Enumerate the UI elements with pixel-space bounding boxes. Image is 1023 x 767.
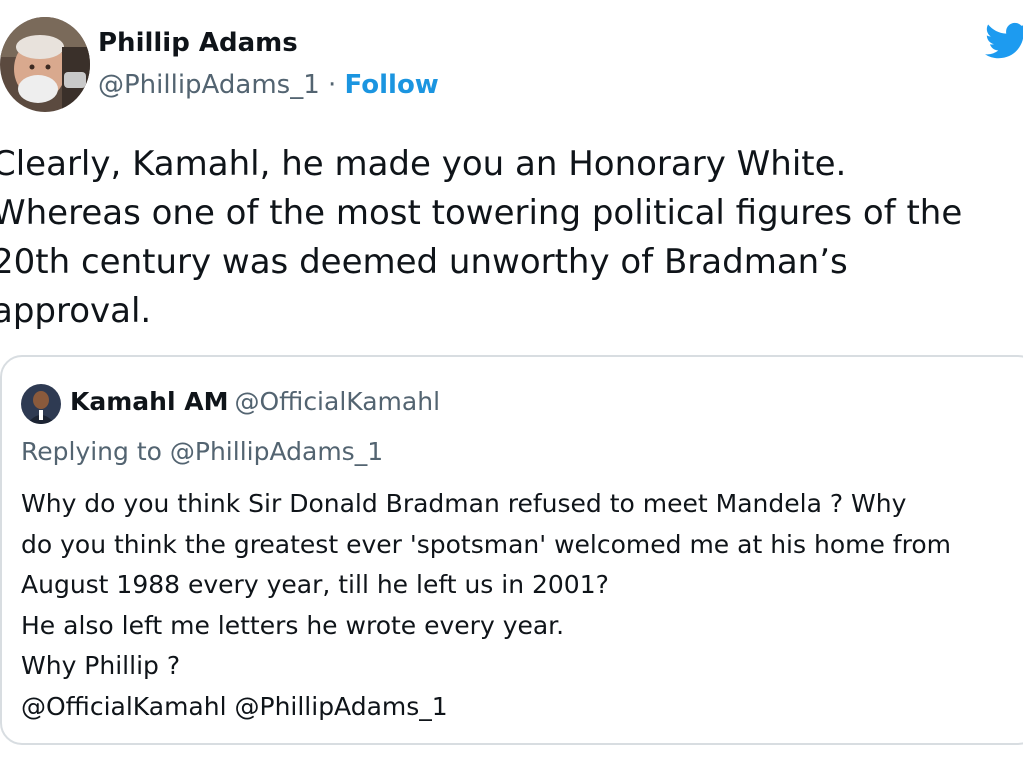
quoted-text-line: Why do you think Sir Donald Bradman refu… <box>21 489 907 518</box>
author-avatar[interactable] <box>0 17 90 112</box>
tweet-text: Clearly, Kamahl, he made you an Honorary… <box>0 140 1022 336</box>
quoted-text-line: August 1988 every year, till he left us … <box>21 570 609 599</box>
quoted-author-header: Kamahl AM @OfficialKamahl <box>70 387 440 416</box>
quoted-tweet-card[interactable]: Kamahl AM @OfficialKamahl Replying to @Ph… <box>0 355 1023 745</box>
twitter-bird-icon-svg <box>984 22 1023 59</box>
author-name[interactable]: Phillip Adams <box>98 28 298 58</box>
tweet-text-line: Whereas one of the most towering politic… <box>0 193 963 233</box>
quoted-text-mentions[interactable]: @OfficialKamahl @PhillipAdams_1 <box>21 687 951 728</box>
meta-separator: · <box>319 70 345 100</box>
tweet-text-line: approval. <box>0 291 152 331</box>
tweet-text-line: Clearly, Kamahl, he made you an Honorary… <box>0 144 847 184</box>
quoted-text-line: He also left me letters he wrote every y… <box>21 610 565 640</box>
follow-button[interactable]: Follow <box>345 70 439 100</box>
quoted-tweet-text: Why do you think Sir Donald Bradman refu… <box>21 484 951 727</box>
replying-to[interactable]: Replying to @PhillipAdams_1 <box>21 437 383 466</box>
tweet-text-line: 20th century was deemed unworthy of Brad… <box>0 242 848 282</box>
author-meta: @PhillipAdams_1 · Follow <box>98 70 439 100</box>
quoted-author-handle[interactable]: @OfficialKamahl <box>234 387 440 416</box>
quoted-text-line: do you think the greatest ever 'spotsman… <box>21 529 951 559</box>
quoted-author-name[interactable]: Kamahl AM <box>70 387 228 416</box>
author-handle[interactable]: @PhillipAdams_1 <box>98 70 320 100</box>
quoted-author-avatar[interactable] <box>21 384 61 424</box>
twitter-bird-icon[interactable] <box>984 22 1023 60</box>
author-avatar-photo <box>0 17 90 112</box>
quoted-text-line: Why Phillip ? <box>21 651 181 680</box>
quoted-author-avatar-photo <box>21 384 61 424</box>
